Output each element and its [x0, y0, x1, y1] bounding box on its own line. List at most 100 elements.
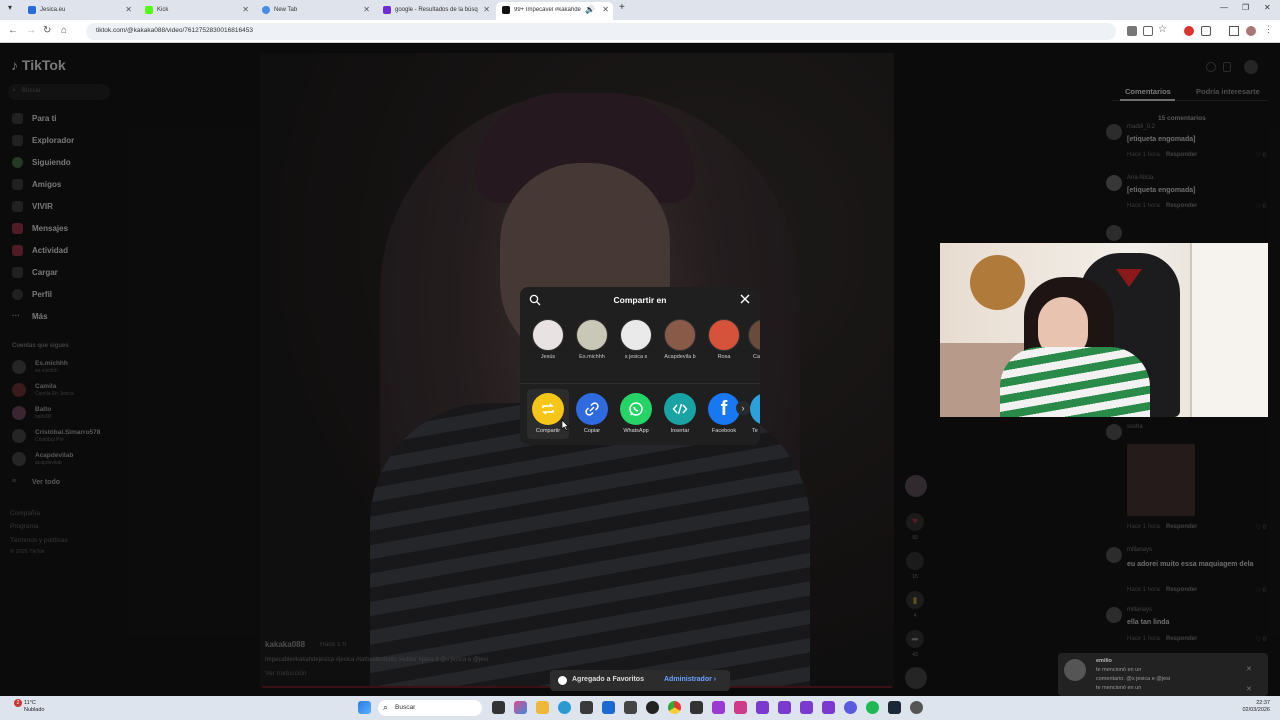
edge-icon[interactable] — [558, 701, 571, 714]
reply-button[interactable]: Responder — [1166, 587, 1197, 593]
close-icon[interactable]: ✕ — [1246, 685, 1252, 693]
speaker-icon[interactable]: 🔊 — [585, 5, 595, 14]
install-icon[interactable] — [1143, 26, 1153, 36]
reply-button[interactable]: Responder — [1166, 636, 1197, 642]
reload-icon[interactable]: ↻ — [43, 25, 51, 36]
app-icon[interactable] — [690, 701, 703, 714]
tab-podria-interesarte[interactable]: Podría interesarte — [1196, 87, 1260, 96]
share-friend[interactable]: Es.michhh — [572, 319, 612, 361]
new-tab-icon[interactable]: + — [619, 2, 625, 13]
share-friend[interactable]: s jesica s — [616, 319, 656, 361]
like-button[interactable]: ♥ 93 — [905, 513, 925, 541]
translate-link[interactable]: Ver traducción — [265, 670, 307, 677]
comment-like-button[interactable]: ♡ 0 — [1256, 636, 1266, 643]
twitch-icon[interactable] — [800, 701, 813, 714]
reply-button[interactable]: Responder — [1166, 524, 1197, 530]
share-telegram-button[interactable]: Te — [746, 393, 760, 434]
comment-image[interactable] — [1127, 444, 1195, 516]
toast-action-button[interactable]: Administrador › — [664, 676, 716, 683]
close-tab-icon[interactable]: ✕ — [483, 5, 490, 14]
author-avatar[interactable] — [905, 475, 927, 497]
comment-user[interactable]: sssha — [1127, 424, 1143, 430]
share-friend[interactable]: Acapdevila b — [660, 319, 700, 361]
back-icon[interactable]: ← — [8, 25, 18, 36]
comment-user[interactable]: maddi_0.2 — [1127, 124, 1155, 130]
comment-like-button[interactable]: ♡ 0 — [1256, 203, 1266, 210]
menu-icon[interactable]: ⋮ — [1264, 24, 1274, 34]
comment-like-button[interactable]: ♡ 0 — [1256, 152, 1266, 159]
steam-icon[interactable] — [888, 701, 901, 714]
taskbar-search[interactable]: ⌕ Buscar — [378, 700, 482, 716]
settings-icon[interactable] — [910, 701, 923, 714]
app-icon[interactable] — [646, 701, 659, 714]
forward-icon[interactable]: → — [26, 25, 36, 36]
file-explorer-icon[interactable] — [536, 701, 549, 714]
coins-icon[interactable] — [1206, 62, 1216, 72]
footer-link[interactable]: Compañía — [10, 510, 40, 517]
share-embed-button[interactable]: Insertar — [658, 393, 702, 434]
profile-avatar[interactable] — [1244, 60, 1258, 74]
translate-icon[interactable] — [1127, 26, 1137, 36]
search-input[interactable]: ⌕ Buscar — [8, 84, 110, 100]
discord-icon[interactable] — [844, 701, 857, 714]
minimize-icon[interactable]: — — [1220, 3, 1228, 12]
weather-widget[interactable]: 11°C Nublado — [24, 700, 45, 714]
twitch-icon[interactable] — [778, 701, 791, 714]
windows-start-icon[interactable] — [358, 701, 371, 714]
maximize-icon[interactable]: ❐ — [1242, 3, 1249, 12]
close-tab-icon[interactable]: ✕ — [125, 5, 132, 14]
close-icon[interactable] — [739, 293, 751, 305]
chrome-icon[interactable] — [668, 701, 681, 714]
comment-user[interactable]: millanays — [1127, 547, 1152, 553]
tiktok-logo[interactable]: ♪ TikTok — [11, 57, 66, 73]
system-clock[interactable]: 22:37 02/03/2026 — [1236, 700, 1270, 714]
reply-button[interactable]: Responder — [1166, 203, 1197, 209]
close-tab-icon[interactable]: ✕ — [363, 5, 370, 14]
reading-list-icon[interactable] — [1229, 26, 1239, 36]
share-button[interactable]: ➦ 43 — [905, 630, 925, 658]
app-icon[interactable] — [624, 701, 637, 714]
close-window-icon[interactable]: ✕ — [1264, 3, 1271, 12]
inbox-icon[interactable] — [1223, 62, 1231, 72]
share-whatsapp-button[interactable]: WhatsApp — [614, 393, 658, 434]
home-icon[interactable]: ⌂ — [61, 25, 67, 36]
task-view-icon[interactable] — [492, 701, 505, 714]
bookmark-button[interactable]: ▮ 4 — [905, 591, 925, 619]
share-copy-link-button[interactable]: Copiar — [570, 393, 614, 434]
extensions-puzzle-icon[interactable] — [1201, 26, 1211, 36]
share-friend[interactable]: Ca — [748, 319, 760, 361]
app-icon[interactable] — [734, 701, 747, 714]
tab-search-icon[interactable]: ▾ — [8, 3, 12, 12]
comment-like-button[interactable]: ♡ 0 — [1256, 524, 1266, 531]
profile-avatar[interactable] — [1246, 26, 1256, 36]
spotify-icon[interactable] — [866, 701, 879, 714]
bookmark-star-icon[interactable]: ☆ — [1158, 24, 1168, 35]
share-friend[interactable]: Rosa — [704, 319, 744, 361]
copilot-icon[interactable] — [514, 701, 527, 714]
extension-icon[interactable] — [1184, 26, 1194, 36]
comment-user[interactable]: millanays — [1127, 607, 1152, 613]
close-tab-icon[interactable]: ✕ — [602, 5, 609, 14]
reply-button[interactable]: Responder — [1166, 152, 1197, 158]
twitch-icon[interactable] — [822, 701, 835, 714]
tab-tiktok[interactable]: 99+ Impecável #kakahde 🔊 ✕ — [496, 2, 613, 20]
url-field[interactable]: tiktok.com/@kakaka088/video/761275283001… — [86, 23, 1116, 40]
tab-jesica[interactable]: Jesica.eu ✕ — [22, 2, 136, 20]
video-author[interactable]: kakaka088 — [265, 640, 305, 649]
twitch-icon[interactable] — [756, 701, 769, 714]
music-disc[interactable] — [905, 667, 927, 689]
tab-comentarios[interactable]: Comentarios — [1125, 87, 1171, 96]
chevron-right-icon[interactable]: › — [736, 401, 750, 415]
footer-link[interactable]: Términos y políticas — [10, 537, 68, 544]
close-icon[interactable]: ✕ — [1246, 665, 1252, 673]
mention-notification[interactable]: emilio te mencionó en un comentario: @s … — [1058, 653, 1268, 696]
tab-google[interactable]: google - Resultados de la búsq ✕ — [377, 2, 494, 20]
close-tab-icon[interactable]: ✕ — [242, 5, 249, 14]
comment-button[interactable]: 15 — [905, 552, 925, 580]
tab-kick[interactable]: Kick ✕ — [139, 2, 253, 20]
app-icon[interactable] — [712, 701, 725, 714]
comment-like-button[interactable]: ♡ 0 — [1256, 587, 1266, 594]
comment-user[interactable]: Ana Alicia — [1127, 175, 1153, 181]
footer-link[interactable]: Programa — [10, 523, 39, 530]
store-icon[interactable] — [580, 701, 593, 714]
